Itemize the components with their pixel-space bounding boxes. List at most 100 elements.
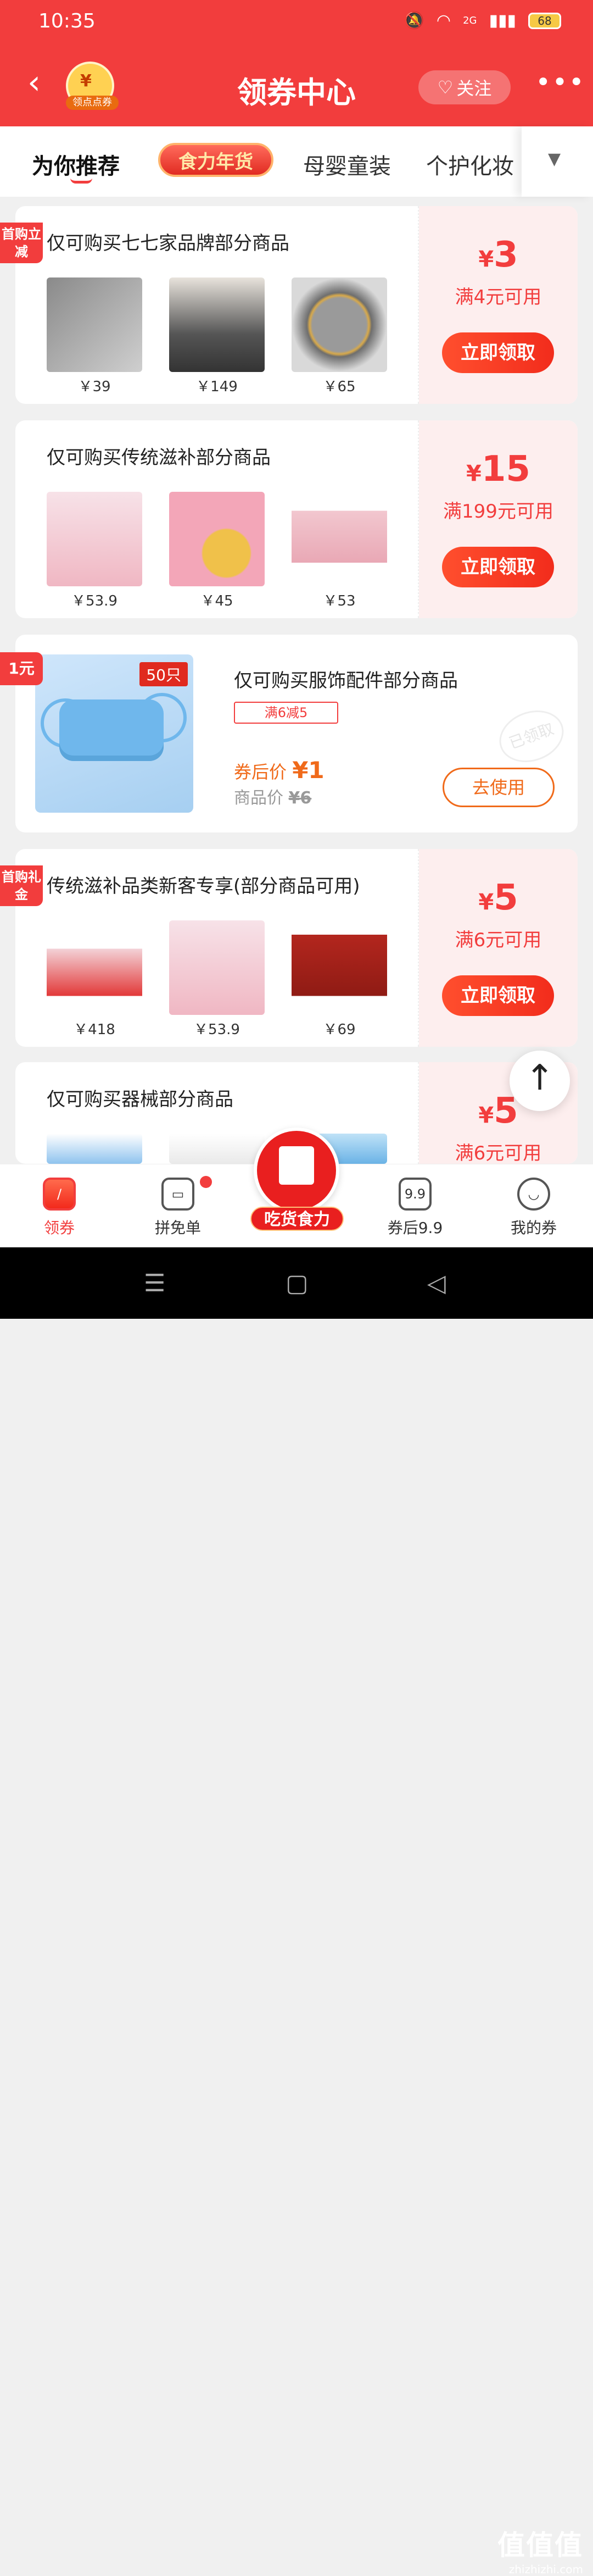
product-thumb[interactable]: ￥65 <box>292 277 387 396</box>
tab-beauty[interactable]: 个护化妆 <box>426 148 514 180</box>
coupon-title: 仅可购买传统滋补部分商品 <box>47 447 271 469</box>
product-image <box>47 920 142 1015</box>
product-image <box>47 1134 142 1164</box>
home-icon[interactable]: ▢ <box>286 1269 309 1297</box>
category-tabs: 为你推荐 食力年货 母婴童装 个护化妆 ▼ <box>0 126 593 197</box>
coupon-icon: / <box>43 1178 76 1211</box>
signal-icon: ▮▮▮ <box>489 11 516 30</box>
currency-symbol: ¥ <box>478 890 494 915</box>
back-nav-icon[interactable]: ◁ <box>427 1269 446 1297</box>
product-image <box>292 920 387 1015</box>
coupon-title: 传统滋补品类新客专享(部分商品可用) <box>47 875 360 897</box>
smile-icon: ◡ <box>517 1178 550 1211</box>
product-image <box>169 492 265 586</box>
pack-count-badge: 50只 <box>139 662 188 686</box>
nav-my-coupons[interactable]: ◡ 我的券 <box>490 1178 578 1238</box>
tab-recommend[interactable]: 为你推荐 <box>32 148 120 184</box>
more-icon[interactable]: ••• <box>535 67 585 98</box>
coupon-condition: 满6元可用 <box>455 929 542 951</box>
discount-chip: 满6减5 <box>234 702 338 724</box>
tab-food-newyear[interactable]: 食力年货 <box>158 143 273 177</box>
product-coupon-card[interactable]: 50只 仅可购买服饰配件部分商品 满6减5 券后价 ¥1 商品价 ¥6 已领取 … <box>15 635 578 832</box>
nav-after-coupon-99[interactable]: 9.9 券后9.9 <box>371 1178 459 1238</box>
first-purchase-gift-tag: 首购礼金 <box>0 865 43 906</box>
coupon-condition: 满6元可用 <box>455 1142 542 1164</box>
product-price: ￥69 <box>323 1021 356 1038</box>
product-thumb[interactable]: ￥39 <box>47 277 142 396</box>
signal-label: 2G <box>463 15 477 26</box>
product-price: ￥53.9 <box>194 1021 240 1038</box>
claim-button[interactable]: 立即领取 <box>442 975 554 1016</box>
product-price: ￥53 <box>323 593 356 609</box>
coupon-value-panel: ¥5 满6元可用 立即领取 <box>419 849 578 1047</box>
ticket-icon: ▭ <box>161 1178 194 1211</box>
product-image <box>292 492 387 586</box>
wifi-icon: ◠ <box>436 11 451 30</box>
first-purchase-tag: 首购立减 <box>0 223 43 263</box>
product-thumb[interactable] <box>47 1134 142 1164</box>
watermark: 值值值 zhizhizhi.com <box>497 2523 583 2576</box>
coupon-card: 仅可购买传统滋补部分商品 ￥53.9 ￥45 ￥53 ¥15 满199元可用 立… <box>15 420 578 618</box>
product-price: ￥39 <box>78 379 111 395</box>
coupon-card: 传统滋补品类新客专享(部分商品可用) ￥418 ￥53.9 ￥69 ¥5 满6元… <box>15 849 578 1047</box>
claim-button[interactable]: 立即领取 <box>442 547 554 587</box>
product-image <box>292 277 387 372</box>
follow-button[interactable]: ♡ 关注 <box>418 70 511 104</box>
coupon-amount: ¥5 <box>419 878 578 918</box>
nav-coupon[interactable]: / 领券 <box>15 1178 103 1238</box>
coffee-product-icon <box>279 1146 314 1185</box>
header: ‹ ¥ 领点点券 领券中心 ♡ 关注 ••• <box>0 44 593 126</box>
nav-label: 拼免单 <box>154 1219 201 1237</box>
nav-foodie-power[interactable]: 吃货食力 <box>250 1207 344 1231</box>
heart-icon: ♡ <box>437 77 454 98</box>
use-button[interactable]: 去使用 <box>443 768 555 807</box>
coupon-condition: 满4元可用 <box>455 286 542 308</box>
watermark-text: 值值值 <box>497 2529 583 2561</box>
promo-icon[interactable] <box>254 1128 339 1213</box>
coupon-title: 仅可购买器械部分商品 <box>47 1089 233 1111</box>
product-thumb[interactable]: ￥53.9 <box>47 492 142 610</box>
product-image: 50只 <box>35 654 193 813</box>
tab-expand-button[interactable]: ▼ <box>522 126 593 197</box>
product-thumb[interactable]: ￥418 <box>47 920 142 1039</box>
claim-button[interactable]: 立即领取 <box>442 332 554 373</box>
after-price-value: ¥1 <box>292 757 325 784</box>
amount-value: 3 <box>494 235 518 275</box>
product-thumb[interactable]: ￥69 <box>292 920 387 1039</box>
status-bar: 10:35 🔕 ◠ 2G ▮▮▮ 68 <box>0 0 593 44</box>
coupon-amount: ¥15 <box>419 449 578 490</box>
product-price: ￥45 <box>200 593 233 609</box>
product-price: ￥53.9 <box>71 593 118 609</box>
product-thumb[interactable]: ￥53.9 <box>169 920 265 1039</box>
status-time: 10:35 <box>38 10 96 32</box>
nine-nine-icon: 9.9 <box>399 1178 432 1211</box>
currency-symbol: ¥ <box>478 247 494 272</box>
product-thumb[interactable]: ￥45 <box>169 492 265 610</box>
product-image <box>47 277 142 372</box>
back-to-top-icon[interactable]: ↑ <box>510 1051 570 1111</box>
product-image <box>169 920 265 1015</box>
status-icons: 🔕 ◠ 2G ▮▮▮ 68 <box>404 11 561 30</box>
nav-label: 领券 <box>43 1219 75 1237</box>
product-thumb[interactable]: ￥53 <box>292 492 387 610</box>
product-thumb[interactable]: ￥149 <box>169 277 265 396</box>
nav-label: 我的券 <box>510 1219 557 1237</box>
claimed-stamp: 已领取 <box>492 702 571 771</box>
original-price: 商品价 ¥6 <box>234 784 311 808</box>
coupon-amount: ¥3 <box>419 235 578 275</box>
one-yuan-tag: 1元 <box>0 652 43 685</box>
notification-dot <box>200 1176 212 1188</box>
nav-label: 券后9.9 <box>387 1219 443 1237</box>
product-thumb[interactable] <box>169 1134 265 1164</box>
coupon-title: 仅可购买七七家品牌部分商品 <box>47 232 289 254</box>
battery-icon: 68 <box>528 12 561 29</box>
watermark-url: zhizhizhi.com <box>508 2563 583 2576</box>
menu-icon[interactable]: ☰ <box>144 1269 165 1297</box>
after-price-label: 券后价 <box>234 762 287 782</box>
tab-baby[interactable]: 母婴童装 <box>303 148 391 180</box>
coupon-title: 仅可购买服饰配件部分商品 <box>234 670 458 692</box>
product-image <box>169 277 265 372</box>
coupon-condition: 满199元可用 <box>443 501 553 523</box>
amount-value: 5 <box>494 878 518 918</box>
product-image <box>47 492 142 586</box>
